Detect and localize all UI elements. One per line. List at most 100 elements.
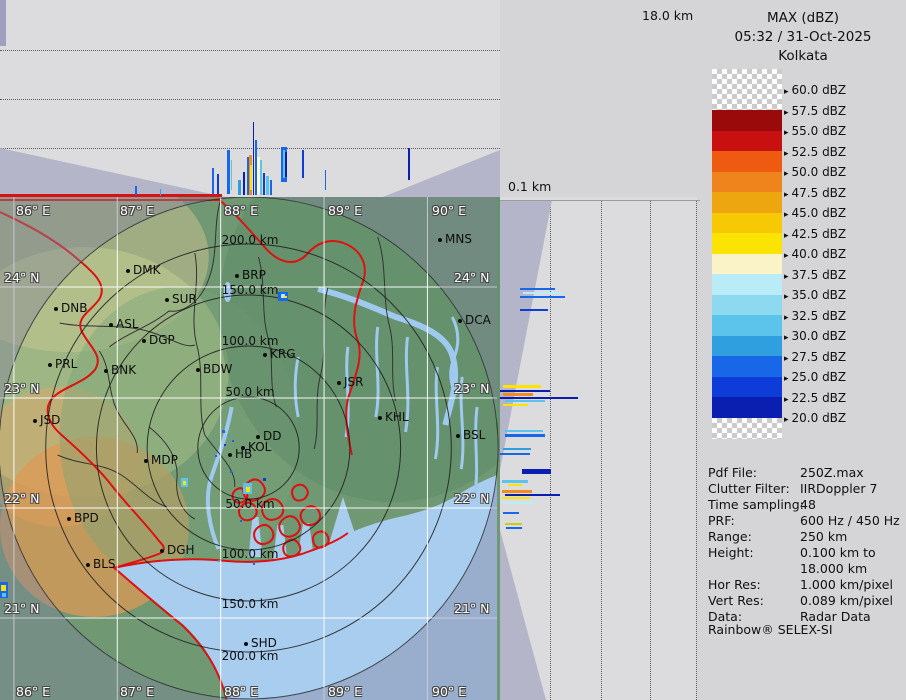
echo-bar: [500, 397, 578, 399]
color-scale-band: [712, 151, 782, 172]
echo-bar: [285, 152, 287, 177]
software-brand: Rainbow® SELEX-SI: [708, 622, 833, 637]
city-dot: [256, 435, 260, 439]
echo-bar: [160, 189, 161, 196]
metadata-label: Time sampling:: [708, 497, 804, 512]
echo-bar: [505, 494, 560, 496]
city-dot: [67, 517, 71, 521]
tick-arrow-icon: ▸: [784, 128, 789, 138]
metadata-value: 48: [800, 497, 816, 512]
longitude-label: 87° E: [120, 203, 154, 218]
metadata-value: 250 km: [800, 529, 847, 544]
metadata-value: 1.000 km/pixel: [800, 577, 893, 592]
color-scale-band: [712, 274, 782, 295]
color-scale-band: [712, 377, 782, 398]
longitude-label: 89° E: [328, 203, 362, 218]
color-scale-overflow-band: [712, 69, 782, 110]
city-label: JSD: [40, 413, 60, 427]
tick-label-text: 37.5 dBZ: [792, 268, 847, 282]
longitude-label: 89° E: [328, 684, 362, 699]
color-scale-band: [712, 295, 782, 316]
metadata-value: 250Z.max: [800, 465, 864, 480]
strip-echoes: [500, 197, 697, 700]
city-dot: [196, 368, 200, 372]
color-scale-tick-label: ▸30.0 dBZ: [784, 329, 846, 343]
metadata-label: Hor Res:: [708, 577, 761, 592]
echo-bar: [302, 150, 304, 178]
tick-label-text: 52.5 dBZ: [792, 145, 847, 159]
city-label: ASL: [116, 317, 139, 331]
echo-bar: [520, 296, 565, 298]
color-scale-tick-label: ▸22.5 dBZ: [784, 391, 846, 405]
color-scale-tick-label: ▸55.0 dBZ: [784, 124, 846, 138]
echo-bar: [263, 173, 265, 195]
echo-bar: [503, 393, 533, 396]
tick-label-text: 35.0 dBZ: [792, 288, 847, 302]
echo-bar: [253, 122, 254, 195]
radar-map-panel: 86° E86° E87° E87° E88° E88° E89° E89° E…: [0, 197, 500, 700]
color-scale-band: [712, 172, 782, 193]
echo-bar: [243, 172, 245, 195]
echo-bar: [505, 400, 545, 402]
city-dot: [33, 419, 37, 423]
metadata-value: 0.100 km to: [800, 545, 876, 560]
city-dot: [458, 319, 462, 323]
color-scale-band: [712, 110, 782, 131]
map-labels: 86° E86° E87° E87° E88° E88° E89° E89° E…: [0, 197, 500, 700]
city-label: BSL: [463, 428, 485, 442]
metadata-label: Vert Res:: [708, 593, 764, 608]
tick-label-text: 50.0 dBZ: [792, 165, 847, 179]
color-scale-band: [712, 315, 782, 336]
city-label: SHD: [251, 636, 277, 650]
echo-bar: [508, 484, 522, 486]
city-label: HB: [235, 447, 252, 461]
tick-label-text: 60.0 dBZ: [792, 83, 847, 97]
metadata-value: IIRDoppler 7: [800, 481, 877, 496]
city-dot: [109, 323, 113, 327]
echo-bar: [503, 385, 541, 388]
echo-bar: [520, 309, 548, 311]
longitude-label: 87° E: [120, 684, 154, 699]
color-scale-tick-label: ▸60.0 dBZ: [784, 83, 846, 97]
color-scale-underflow-band: [712, 418, 782, 439]
range-ring-label: 150.0 km: [222, 283, 279, 297]
tick-label-text: 42.5 dBZ: [792, 227, 847, 241]
city-dot: [337, 381, 341, 385]
latitude-label: 24° N: [454, 270, 489, 285]
echo-bar: [260, 160, 262, 195]
echo-bar: [135, 186, 137, 195]
city-label: DGP: [149, 333, 175, 347]
tick-arrow-icon: ▸: [784, 108, 789, 118]
echo-bar: [503, 404, 528, 406]
color-scale-band: [712, 356, 782, 377]
echo-bar: [502, 480, 528, 483]
color-scale-tick-label: ▸50.0 dBZ: [784, 165, 846, 179]
tick-label-text: 32.5 dBZ: [792, 309, 847, 323]
echo-bar: [502, 490, 532, 493]
range-ring-label: 150.0 km: [222, 597, 279, 611]
tick-label-text: 25.0 dBZ: [792, 370, 847, 384]
color-scale-tick-label: ▸20.0 dBZ: [784, 411, 846, 425]
echo-bar: [217, 174, 219, 194]
echo-bar: [500, 453, 530, 455]
city-label: SUR: [172, 292, 197, 306]
echo-bar: [408, 148, 410, 180]
metadata-label: Clutter Filter:: [708, 481, 790, 496]
city-label: DCA: [465, 313, 491, 327]
tick-label-text: 40.0 dBZ: [792, 247, 847, 261]
city-dot: [228, 453, 232, 457]
tick-arrow-icon: ▸: [784, 395, 789, 405]
echo-bar: [238, 180, 241, 195]
latitude-label: 21° N: [4, 601, 39, 616]
color-scale-tick-label: ▸42.5 dBZ: [784, 227, 846, 241]
product-datetime: 05:32 / 31-Oct-2025: [700, 29, 906, 45]
city-label: JSR: [344, 375, 364, 389]
profile-max-height-label: 18.0 km: [642, 8, 693, 23]
tick-label-text: 30.0 dBZ: [792, 329, 847, 343]
color-scale-band: [712, 336, 782, 357]
longitude-label: 90° E: [432, 203, 466, 218]
echo-bar: [266, 176, 269, 195]
metadata-value: 600 Hz / 450 Hz: [800, 513, 900, 528]
longitude-label: 88° E: [224, 684, 258, 699]
color-scale-band: [712, 397, 782, 418]
